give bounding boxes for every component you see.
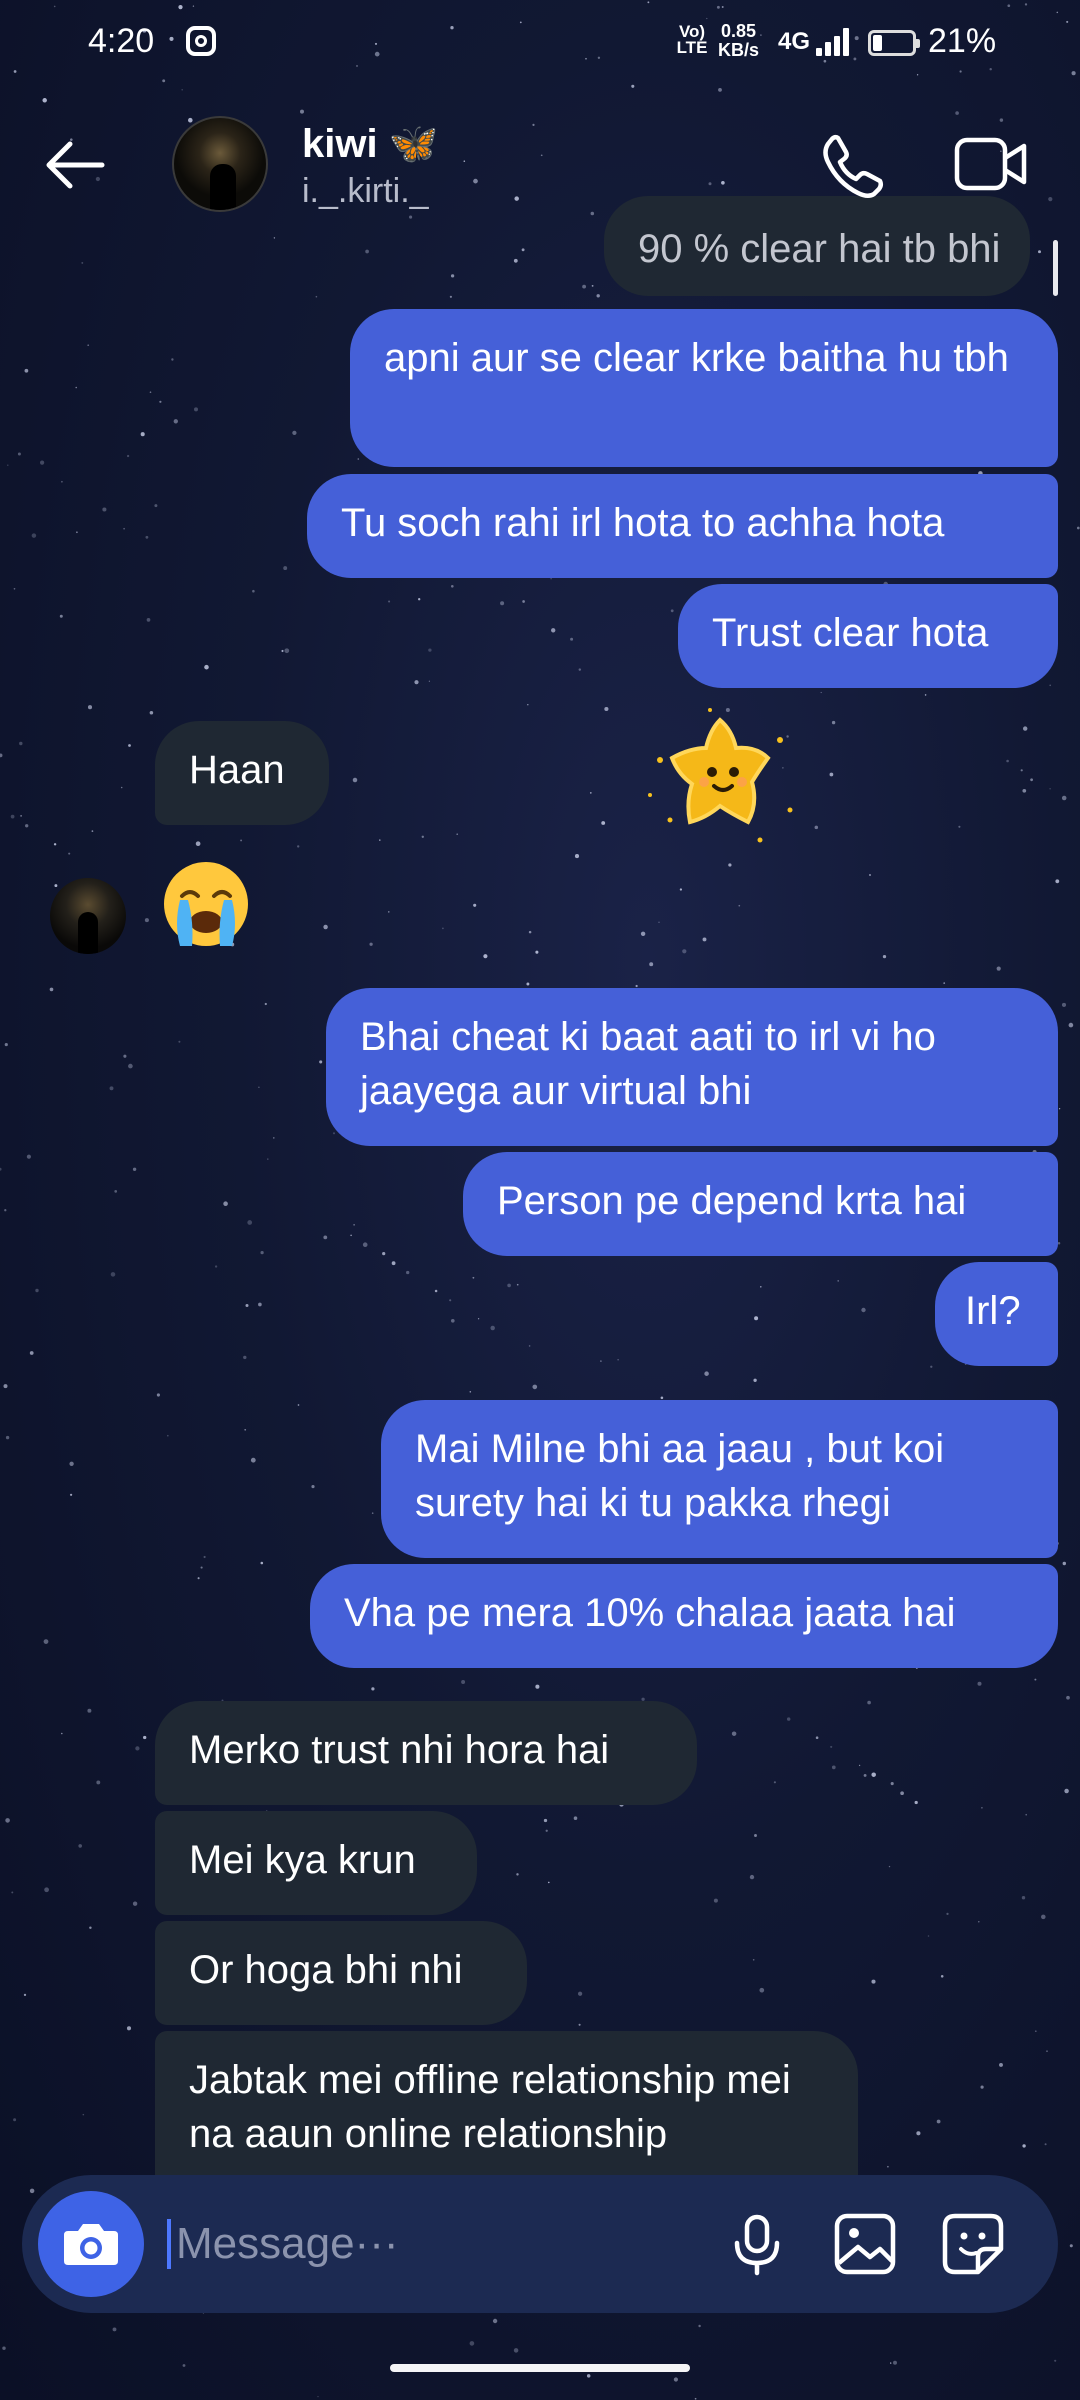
scrollbar[interactable]: [1053, 240, 1058, 296]
message-bubble-outgoing[interactable]: Trust clear hota: [678, 584, 1058, 688]
battery-icon: [868, 30, 920, 56]
message-bubble-outgoing[interactable]: Irl?: [935, 1262, 1058, 1366]
contact-avatar[interactable]: [172, 116, 268, 212]
contact-username[interactable]: i._.kirti._: [302, 172, 429, 211]
camera-button[interactable]: [38, 2191, 144, 2297]
crying-face-emoji[interactable]: 😭: [160, 858, 252, 950]
status-bar: 4:20 Vo) LTE 0.85 KB/s 4G 21%: [0, 0, 1080, 90]
back-arrow-icon[interactable]: [40, 130, 110, 200]
contact-name[interactable]: kiwi 🦋: [302, 120, 439, 167]
phone-icon[interactable]: [818, 130, 888, 200]
network-speed-unit: KB/s: [718, 40, 760, 60]
message-bubble-outgoing[interactable]: Person pe depend krta hai: [463, 1152, 1058, 1256]
message-bubble-outgoing[interactable]: Mai Milne bhi aa jaau , but koi surety h…: [381, 1400, 1058, 1558]
text-cursor: [167, 2219, 171, 2269]
volte-indicator: Vo) LTE: [676, 22, 708, 57]
gallery-icon[interactable]: [830, 2209, 900, 2279]
star-sticker[interactable]: [640, 700, 800, 850]
instagram-notification-icon: [186, 26, 216, 56]
network-speed: 0.85 KB/s: [718, 22, 759, 60]
video-camera-icon[interactable]: [954, 134, 1028, 194]
sticker-icon[interactable]: [938, 2209, 1008, 2279]
network-type: 4G: [778, 28, 811, 55]
message-composer: [22, 2175, 1058, 2313]
message-bubble-incoming[interactable]: Mei kya krun: [155, 1811, 477, 1915]
message-bubble-incoming[interactable]: Or hoga bhi nhi: [155, 1921, 527, 2025]
signal-icon: [816, 28, 852, 56]
microphone-icon[interactable]: [722, 2209, 792, 2279]
message-bubble-outgoing[interactable]: Vha pe mera 10% chalaa jaata hai: [310, 1564, 1058, 1668]
battery-percent: 21%: [928, 22, 997, 60]
camera-icon: [64, 2224, 118, 2265]
message-bubble-outgoing[interactable]: apni aur se clear krke baitha hu tbh: [350, 309, 1058, 467]
contact-avatar-small[interactable]: [50, 878, 126, 954]
message-bubble-incoming[interactable]: Haan: [155, 721, 329, 825]
status-time: 4:20: [88, 22, 155, 60]
chat-header: kiwi 🦋 i._.kirti._: [0, 100, 1080, 230]
message-bubble-incoming[interactable]: Merko trust nhi hora hai: [155, 1701, 697, 1805]
message-bubble-outgoing[interactable]: Tu soch rahi irl hota to achha hota: [307, 474, 1058, 578]
message-bubble-outgoing[interactable]: Bhai cheat ki baat aati to irl vi ho jaa…: [326, 988, 1058, 1146]
message-input[interactable]: [166, 2205, 676, 2283]
home-indicator[interactable]: [390, 2364, 690, 2372]
network-speed-value: 0.85: [720, 21, 757, 41]
